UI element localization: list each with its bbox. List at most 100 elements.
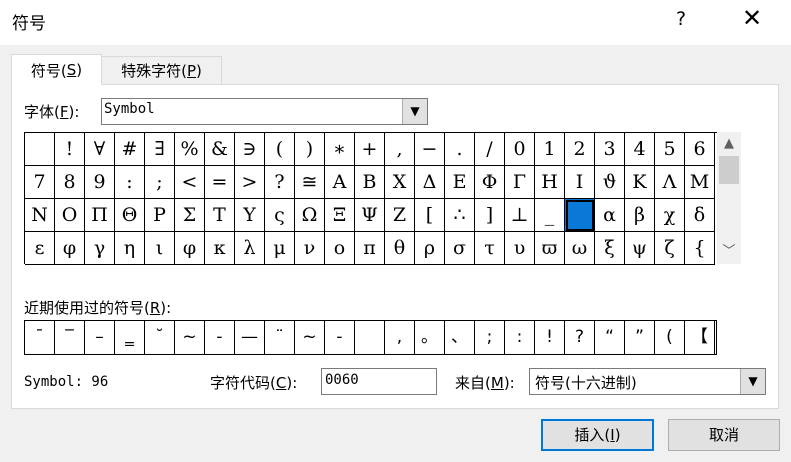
symbol-cell[interactable]: Ζ	[385, 199, 415, 232]
symbol-cell[interactable]: ,	[385, 133, 415, 166]
symbol-cell[interactable]: Μ	[685, 166, 715, 199]
symbol-cell[interactable]: ?	[265, 166, 295, 199]
recent-symbol-cell[interactable]: ¯	[25, 321, 55, 354]
symbol-cell[interactable]: ϑ	[595, 166, 625, 199]
symbol-cell[interactable]: &	[205, 133, 235, 166]
help-button[interactable]: ?	[676, 8, 686, 30]
symbol-cell[interactable]: .	[445, 133, 475, 166]
symbol-cell[interactable]: !	[55, 133, 85, 166]
symbol-cell[interactable]: Η	[535, 166, 565, 199]
symbol-cell[interactable]: Π	[85, 199, 115, 232]
recent-symbol-cell[interactable]: ~	[175, 321, 205, 354]
symbol-cell[interactable]	[25, 133, 55, 166]
symbol-cell[interactable]: ν	[295, 232, 325, 265]
symbol-cell[interactable]: =	[205, 166, 235, 199]
symbol-cell[interactable]: 7	[25, 166, 55, 199]
symbol-cell[interactable]: ο	[325, 232, 355, 265]
recent-symbol-cell[interactable]: ?	[565, 321, 595, 354]
recent-symbol-cell[interactable]: “	[595, 321, 625, 354]
symbol-cell[interactable]: ;	[145, 166, 175, 199]
symbol-cell[interactable]: ∋	[235, 133, 265, 166]
symbol-cell[interactable]: α	[595, 199, 625, 232]
insert-button[interactable]: 插入(I)	[541, 419, 654, 451]
symbol-cell[interactable]: _	[535, 199, 565, 232]
symbol-cell[interactable]: Δ	[415, 166, 445, 199]
symbol-cell[interactable]: 1	[535, 133, 565, 166]
tab-symbols[interactable]: 符号(S)	[11, 54, 102, 85]
recent-symbol-cell[interactable]: —	[235, 321, 265, 354]
chevron-down-icon[interactable]: ▼	[402, 99, 427, 124]
symbol-cell[interactable]: 9	[85, 166, 115, 199]
symbol-cell[interactable]: 4	[625, 133, 655, 166]
symbol-cell[interactable]: η	[115, 232, 145, 265]
symbol-cell[interactable]: Γ	[505, 166, 535, 199]
symbol-cell[interactable]: Α	[325, 166, 355, 199]
symbol-cell[interactable]: ϖ	[535, 232, 565, 265]
scrollbar-thumb[interactable]	[719, 156, 739, 184]
symbol-cell[interactable]: ε	[25, 232, 55, 265]
symbol-cell[interactable]: >	[235, 166, 265, 199]
symbol-cell[interactable]: ≅	[295, 166, 325, 199]
recent-symbols-list[interactable]: ¯ ‾ – ‗ ˘ ~ - — ¨ ~ -,。、;:!? “”(【	[24, 320, 717, 355]
symbol-cell[interactable]: )	[295, 133, 325, 166]
symbol-cell[interactable]: Ν	[25, 199, 55, 232]
symbol-cell[interactable]: ∴	[445, 199, 475, 232]
recent-symbol-cell[interactable]: ~	[295, 321, 325, 354]
symbol-cell[interactable]: Ο	[55, 199, 85, 232]
symbol-cell[interactable]: γ	[85, 232, 115, 265]
symbol-cell[interactable]: ζ	[655, 232, 685, 265]
symbol-cell[interactable]: ψ	[625, 232, 655, 265]
symbol-cell[interactable]: Ψ	[355, 199, 385, 232]
recent-symbol-cell[interactable]: ”	[625, 321, 655, 354]
symbol-cell[interactable]: ∃	[145, 133, 175, 166]
recent-symbol-cell[interactable]: 。	[415, 321, 445, 354]
close-button[interactable]: ✕	[742, 4, 762, 32]
symbol-cell[interactable]: +	[355, 133, 385, 166]
recent-symbol-cell[interactable]: -	[205, 321, 235, 354]
recent-symbol-cell[interactable]: :	[505, 321, 535, 354]
symbol-cell[interactable]: θ	[385, 232, 415, 265]
symbol-cell[interactable]: /	[475, 133, 505, 166]
symbol-cell[interactable]: μ	[265, 232, 295, 265]
symbol-cell[interactable]: #	[115, 133, 145, 166]
recent-symbol-cell[interactable]: –	[85, 321, 115, 354]
scroll-up-icon[interactable]: ▲	[717, 132, 741, 156]
symbol-cell[interactable]: Ξ	[325, 199, 355, 232]
symbol-cell[interactable]: υ	[505, 232, 535, 265]
symbol-cell[interactable]: Ι	[565, 166, 595, 199]
symbol-cell[interactable]: ρ	[415, 232, 445, 265]
symbol-cell[interactable]: φ	[55, 232, 85, 265]
symbol-cell[interactable]: 3	[595, 133, 625, 166]
symbol-cell[interactable]: ω	[565, 232, 595, 265]
symbol-cell[interactable]: π	[355, 232, 385, 265]
symbol-cell[interactable]: σ	[445, 232, 475, 265]
symbol-cell[interactable]: δ	[685, 199, 715, 232]
symbol-cell[interactable]: Φ	[475, 166, 505, 199]
symbol-cell[interactable]: {	[685, 232, 715, 265]
recent-symbol-cell[interactable]: (	[655, 321, 685, 354]
symbol-grid[interactable]: ! ∀ # ∃% & ∋() ∗ +, −./0 1 2 3 4 5 6 7 8 9:; < = >? ≅ Α Β Χ Δ Ε Φ Γ Η…	[24, 132, 717, 265]
recent-symbol-cell[interactable]: 【	[685, 321, 715, 354]
tab-special-characters[interactable]: 特殊字符(P)	[101, 56, 222, 84]
symbol-cell[interactable]: β	[625, 199, 655, 232]
symbol-cell[interactable]: 6	[685, 133, 715, 166]
symbol-cell[interactable]: χ	[655, 199, 685, 232]
symbol-cell[interactable]: Χ	[385, 166, 415, 199]
symbol-cell[interactable]: Β	[355, 166, 385, 199]
symbol-cell[interactable]: 8	[55, 166, 85, 199]
symbol-cell[interactable]: ι	[145, 232, 175, 265]
symbol-cell[interactable]	[565, 199, 595, 232]
symbol-cell[interactable]: Λ	[655, 166, 685, 199]
symbol-cell[interactable]: φ	[175, 232, 205, 265]
symbol-cell[interactable]: Ε	[445, 166, 475, 199]
recent-symbol-cell[interactable]: ;	[475, 321, 505, 354]
symbol-cell[interactable]: :	[115, 166, 145, 199]
symbol-cell[interactable]: Ρ	[145, 199, 175, 232]
symbol-cell[interactable]: Σ	[175, 199, 205, 232]
recent-symbol-cell[interactable]: !	[535, 321, 565, 354]
symbol-cell[interactable]: λ	[235, 232, 265, 265]
symbol-cell[interactable]: 5	[655, 133, 685, 166]
cancel-button[interactable]: 取消	[668, 419, 780, 451]
symbol-cell[interactable]: [	[415, 199, 445, 232]
recent-symbol-cell[interactable]: ˘	[145, 321, 175, 354]
